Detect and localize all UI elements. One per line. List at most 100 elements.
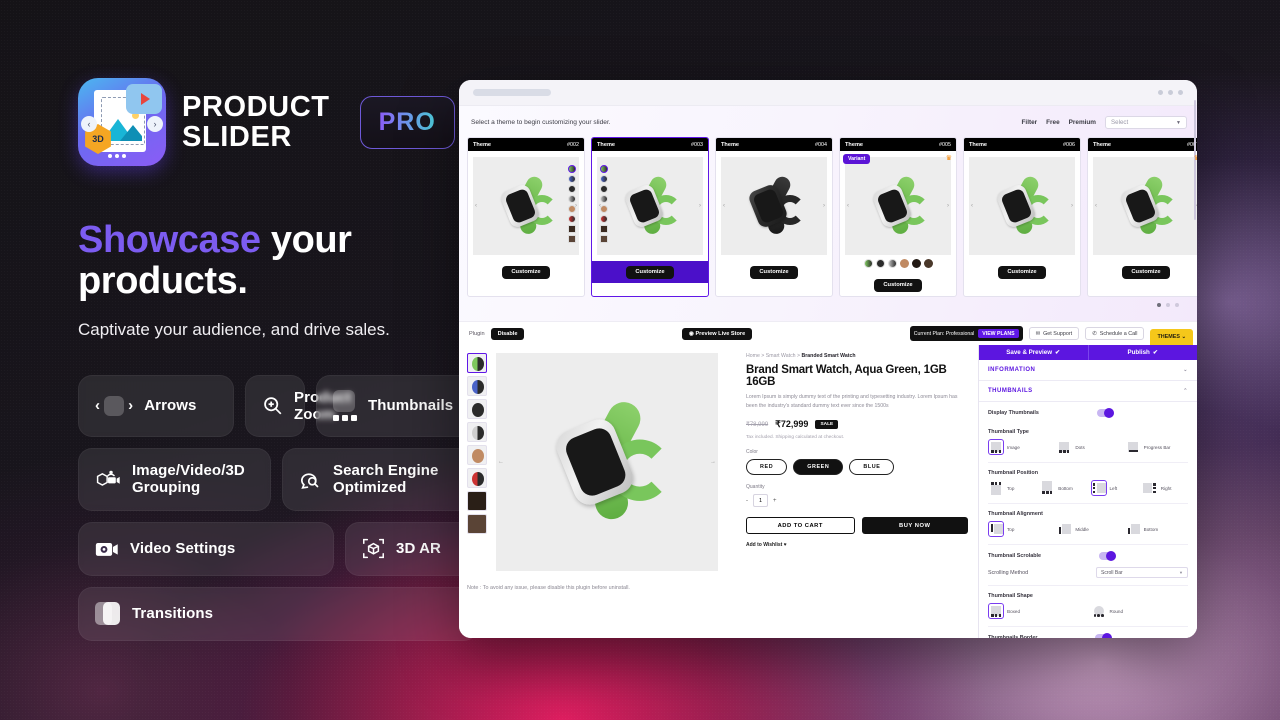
theme-card[interactable]: Theme #006 ‹ › Customize bbox=[963, 137, 1081, 297]
option-image[interactable]: Image bbox=[988, 439, 1051, 455]
publish-button[interactable]: Publish ✔ bbox=[1087, 345, 1197, 360]
option-round[interactable]: Round bbox=[1091, 603, 1189, 619]
save-and-preview-button[interactable]: Save & Preview ✔ bbox=[979, 345, 1088, 360]
pagination-dot[interactable] bbox=[1175, 303, 1179, 307]
option-middle[interactable]: Middle bbox=[1056, 521, 1119, 537]
preview-thumbnail[interactable] bbox=[467, 445, 487, 465]
preview-thumbnail[interactable] bbox=[467, 422, 487, 442]
setting-display-thumbnails: Display Thumbnails bbox=[979, 402, 1197, 418]
customize-button[interactable]: Customize bbox=[1122, 265, 1170, 279]
next-slide-arrow-icon[interactable]: › bbox=[699, 203, 701, 209]
option-bottom[interactable]: Bottom bbox=[1125, 521, 1188, 537]
feature-pill-product-zoom[interactable]: Product Zoom bbox=[245, 374, 351, 438]
scrolling-method-dropdown[interactable]: Scroll Bar ▼ bbox=[1096, 567, 1188, 578]
buy-now-button[interactable]: BUY NOW bbox=[861, 517, 968, 535]
preview-thumbnail-strip[interactable] bbox=[467, 353, 489, 571]
quantity-increase-button[interactable]: + bbox=[773, 498, 777, 504]
theme-preview-stage[interactable]: ‹ › bbox=[721, 157, 827, 255]
add-to-wishlist-button[interactable]: Add to Wishlist ♥ bbox=[746, 542, 968, 548]
prev-slide-arrow-icon[interactable]: ‹ bbox=[847, 203, 849, 209]
prev-slide-arrow-icon[interactable]: ← bbox=[498, 459, 504, 465]
theme-preview-stage[interactable]: ‹ › bbox=[473, 157, 579, 255]
themes-dropdown-button[interactable]: THEMES ⌄ bbox=[1150, 329, 1193, 345]
address-bar[interactable] bbox=[473, 89, 551, 96]
brand-title-line2: SLIDER bbox=[182, 121, 292, 153]
next-slide-arrow-icon[interactable]: › bbox=[823, 203, 825, 209]
preview-thumbnail[interactable] bbox=[467, 353, 487, 373]
customize-button[interactable]: Customize bbox=[998, 265, 1046, 279]
option-boxed[interactable]: Boxed bbox=[988, 603, 1086, 619]
breadcrumb-item-category[interactable]: Smart Watch bbox=[766, 353, 796, 359]
theme-preview-stage[interactable]: ‹ › bbox=[845, 157, 951, 255]
theme-thumbnail-row[interactable] bbox=[845, 259, 951, 268]
theme-card[interactable]: Theme #002 ‹ › Customize bbox=[467, 137, 585, 297]
theme-card[interactable]: Theme #005 Variant ♛ ‹ › Customize bbox=[839, 137, 957, 297]
theme-card-body: ‹ › bbox=[716, 151, 832, 255]
theme-card[interactable]: Theme #007 ♛ ‹ › Customize bbox=[1087, 137, 1197, 297]
filter-premium-button[interactable]: Premium bbox=[1069, 119, 1096, 126]
preview-live-store-button[interactable]: ◉ Preview Live Store bbox=[682, 327, 753, 340]
feature-pill-video-settings[interactable]: Video Settings bbox=[78, 521, 334, 576]
preview-stage[interactable]: ← → bbox=[496, 353, 718, 571]
add-to-cart-button[interactable]: ADD TO CART bbox=[746, 517, 855, 535]
get-support-button[interactable]: ✉ Get Support bbox=[1028, 327, 1080, 340]
feature-pill-thumbnails[interactable]: Thumbnails bbox=[316, 374, 478, 438]
option-progress-bar[interactable]: Progress Bar bbox=[1125, 439, 1188, 455]
quantity-decrease-button[interactable]: - bbox=[746, 498, 748, 504]
theme-preview-stage[interactable]: ‹ › bbox=[969, 157, 1075, 255]
feature-pill-transitions[interactable]: Transitions bbox=[78, 586, 478, 641]
preview-thumbnail[interactable] bbox=[467, 491, 487, 511]
quantity-value[interactable]: 1 bbox=[753, 494, 768, 508]
color-option-red[interactable]: RED bbox=[746, 459, 788, 476]
option-dots[interactable]: Dots bbox=[1056, 439, 1119, 455]
feature-pill-seo[interactable]: Search Engine Optimized bbox=[282, 448, 478, 511]
customize-button[interactable]: Customize bbox=[502, 265, 550, 279]
feature-pill-media-grouping[interactable]: Image/Video/3D Grouping bbox=[78, 448, 271, 511]
next-slide-arrow-icon[interactable]: → bbox=[710, 459, 716, 465]
prev-slide-arrow-icon[interactable]: ‹ bbox=[971, 203, 973, 209]
view-plans-button[interactable]: VIEW PLANS bbox=[978, 329, 1019, 338]
pagination-dot[interactable] bbox=[1166, 303, 1170, 307]
gallery-pagination[interactable] bbox=[459, 297, 1197, 307]
color-option-green[interactable]: GREEN bbox=[793, 459, 844, 476]
thumbnails-border-toggle[interactable] bbox=[1095, 633, 1113, 638]
theme-select-dropdown[interactable]: Select ▼ bbox=[1105, 116, 1187, 129]
customize-button[interactable]: Customize bbox=[750, 265, 798, 279]
next-slide-arrow-icon[interactable]: › bbox=[947, 203, 949, 209]
option-left[interactable]: Left bbox=[1090, 480, 1137, 496]
next-slide-arrow-icon[interactable]: › bbox=[1071, 203, 1073, 209]
theme-preview-stage[interactable]: ‹ › bbox=[1093, 157, 1197, 255]
theme-thumbnail-strip[interactable] bbox=[568, 165, 576, 243]
quantity-stepper[interactable]: - 1 + bbox=[746, 494, 968, 508]
color-option-blue[interactable]: BLUE bbox=[849, 459, 895, 476]
preview-thumbnail[interactable] bbox=[467, 376, 487, 396]
theme-thumbnail-strip[interactable] bbox=[600, 165, 608, 243]
disable-plugin-button[interactable]: Disable bbox=[490, 327, 525, 340]
preview-thumbnail[interactable] bbox=[467, 468, 487, 488]
feature-pill-arrows[interactable]: ‹ › Arrows bbox=[78, 374, 234, 438]
option-top[interactable]: Top bbox=[988, 480, 1034, 496]
customize-button[interactable]: Customize bbox=[626, 265, 674, 279]
section-thumbnails[interactable]: THUMBNAILS ⌃ bbox=[979, 381, 1197, 402]
prev-slide-arrow-icon[interactable]: ‹ bbox=[1095, 203, 1097, 209]
preview-thumbnail[interactable] bbox=[467, 399, 487, 419]
pagination-dot[interactable] bbox=[1157, 303, 1161, 307]
section-information[interactable]: INFORMATION ⌄ bbox=[979, 360, 1197, 381]
option-bottom[interactable]: Bottom bbox=[1039, 480, 1085, 496]
theme-preview-stage[interactable]: ‹ › bbox=[597, 157, 703, 255]
display-thumbnails-toggle[interactable] bbox=[1096, 408, 1114, 418]
option-top[interactable]: Top bbox=[988, 521, 1051, 537]
theme-card[interactable]: Theme #004 ‹ › Customize bbox=[715, 137, 833, 297]
breadcrumb-item-home[interactable]: Home bbox=[746, 353, 760, 359]
theme-card[interactable]: Theme #003 ‹ › bbox=[591, 137, 709, 297]
customize-button[interactable]: Customize bbox=[874, 278, 922, 292]
filter-free-button[interactable]: Free bbox=[1046, 119, 1060, 126]
schedule-call-button[interactable]: ✆ Schedule a Call bbox=[1085, 327, 1145, 340]
prev-slide-arrow-icon[interactable]: ‹ bbox=[475, 203, 477, 209]
preview-thumbnail[interactable] bbox=[467, 514, 487, 534]
window-controls[interactable] bbox=[1158, 90, 1183, 95]
theme-card-footer: Customize bbox=[468, 261, 584, 283]
option-right[interactable]: Right bbox=[1142, 480, 1188, 496]
thumbnail-scrolable-toggle[interactable] bbox=[1099, 551, 1117, 561]
prev-slide-arrow-icon[interactable]: ‹ bbox=[723, 203, 725, 209]
